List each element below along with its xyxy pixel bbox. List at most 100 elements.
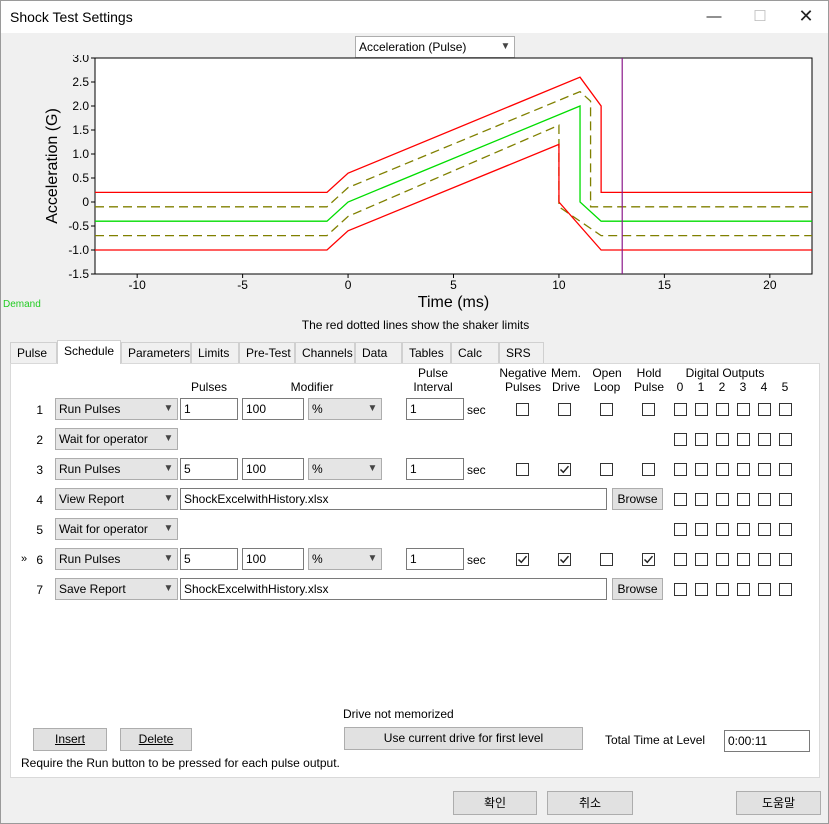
tab-srs[interactable]: SRS [499,342,544,363]
mem-drive-checkbox[interactable] [558,553,571,566]
hold-pulse-checkbox[interactable] [642,463,655,476]
digital-output-checkbox-2[interactable] [716,583,729,596]
pulses-input[interactable]: 5 [180,548,238,570]
interval-input[interactable]: 1 [406,458,464,480]
digital-output-checkbox-5[interactable] [779,403,792,416]
interval-input[interactable]: 1 [406,548,464,570]
digital-output-checkbox-0[interactable] [674,493,687,506]
digital-output-checkbox-3[interactable] [737,433,750,446]
digital-output-checkbox-4[interactable] [758,493,771,506]
mem-drive-checkbox[interactable] [558,403,571,416]
open-loop-checkbox[interactable] [600,403,613,416]
browse-button[interactable]: Browse [612,488,663,510]
browse-button[interactable]: Browse [612,578,663,600]
close-button[interactable]: ✕ [783,1,829,33]
hold-pulse-checkbox[interactable] [642,553,655,566]
digital-output-checkbox-4[interactable] [758,583,771,596]
open-loop-checkbox[interactable] [600,463,613,476]
use-current-drive-button[interactable]: Use current drive for first level [344,727,583,750]
row-number: 7 [36,583,43,597]
digital-output-checkbox-2[interactable] [716,553,729,566]
row-action-select[interactable]: Run Pulses ▼ [55,458,178,480]
digital-output-checkbox-1[interactable] [695,523,708,536]
digital-output-checkbox-3[interactable] [737,553,750,566]
row-action-select[interactable]: Wait for operator ▼ [55,518,178,540]
chevron-down-icon: ▼ [163,553,174,564]
maximize-button[interactable]: ☐ [737,1,783,33]
row-action-select[interactable]: Save Report ▼ [55,578,178,600]
digital-output-checkbox-0[interactable] [674,583,687,596]
digital-output-checkbox-1[interactable] [695,553,708,566]
digital-output-checkbox-0[interactable] [674,523,687,536]
digital-output-checkbox-2[interactable] [716,403,729,416]
digital-output-checkbox-4[interactable] [758,523,771,536]
modifier-unit-select[interactable]: % ▼ [308,398,382,420]
digital-output-checkbox-1[interactable] [695,403,708,416]
negative-pulses-checkbox[interactable] [516,463,529,476]
tab-calc[interactable]: Calc [451,342,499,363]
tab-pulse[interactable]: Pulse [10,342,57,363]
report-file-input[interactable]: ShockExcelwithHistory.xlsx [180,488,607,510]
row-action-select[interactable]: Wait for operator ▼ [55,428,178,450]
tab-channels[interactable]: Channels [295,342,355,363]
modifier-input[interactable]: 100 [242,398,304,420]
open-loop-checkbox[interactable] [600,553,613,566]
digital-output-checkbox-5[interactable] [779,433,792,446]
digital-output-checkbox-4[interactable] [758,463,771,476]
negative-pulses-checkbox[interactable] [516,553,529,566]
digital-output-checkbox-0[interactable] [674,463,687,476]
tab-limits[interactable]: Limits [191,342,239,363]
modifier-unit-select[interactable]: % ▼ [308,548,382,570]
tab-schedule[interactable]: Schedule [57,340,121,364]
digital-output-checkbox-3[interactable] [737,463,750,476]
hold-pulse-checkbox[interactable] [642,403,655,416]
digital-output-checkbox-1[interactable] [695,463,708,476]
digital-output-checkbox-3[interactable] [737,583,750,596]
report-file-input[interactable]: ShockExcelwithHistory.xlsx [180,578,607,600]
digital-output-checkbox-4[interactable] [758,403,771,416]
digital-output-checkbox-2[interactable] [716,523,729,536]
tab-parameters[interactable]: Parameters [121,342,191,363]
tab-tables[interactable]: Tables [402,342,451,363]
digital-output-checkbox-5[interactable] [779,583,792,596]
digital-output-checkbox-5[interactable] [779,553,792,566]
interval-input[interactable]: 1 [406,398,464,420]
digital-output-checkbox-1[interactable] [695,583,708,596]
digital-output-checkbox-3[interactable] [737,403,750,416]
negative-pulses-checkbox[interactable] [516,403,529,416]
modifier-input[interactable]: 100 [242,458,304,480]
digital-output-checkbox-0[interactable] [674,433,687,446]
row-action-select[interactable]: View Report ▼ [55,488,178,510]
minimize-button[interactable]: — [691,1,737,33]
mem-drive-checkbox[interactable] [558,463,571,476]
total-time-field[interactable]: 0:00:11 [724,730,810,752]
digital-output-checkbox-2[interactable] [716,463,729,476]
pulses-input[interactable]: 1 [180,398,238,420]
digital-output-checkbox-3[interactable] [737,493,750,506]
row-action-select[interactable]: Run Pulses ▼ [55,548,178,570]
digital-output-checkbox-5[interactable] [779,493,792,506]
ok-button[interactable]: 확인 [453,791,537,815]
digital-output-checkbox-1[interactable] [695,493,708,506]
digital-output-checkbox-5[interactable] [779,463,792,476]
digital-output-checkbox-2[interactable] [716,493,729,506]
digital-output-checkbox-1[interactable] [695,433,708,446]
tab-data[interactable]: Data [355,342,402,363]
digital-output-checkbox-2[interactable] [716,433,729,446]
digital-output-checkbox-4[interactable] [758,433,771,446]
insert-button[interactable]: Insert [33,728,107,751]
row-action-select[interactable]: Run Pulses ▼ [55,398,178,420]
delete-button[interactable]: Delete [120,728,192,751]
digital-output-checkbox-3[interactable] [737,523,750,536]
pulses-input[interactable]: 5 [180,458,238,480]
modifier-unit-select[interactable]: % ▼ [308,458,382,480]
cancel-button[interactable]: 취소 [547,791,633,815]
tab-pre-test[interactable]: Pre-Test [239,342,295,363]
modifier-input[interactable]: 100 [242,548,304,570]
digital-output-checkbox-4[interactable] [758,553,771,566]
digital-output-checkbox-0[interactable] [674,553,687,566]
help-button[interactable]: 도움말 [736,791,821,815]
digital-output-checkbox-0[interactable] [674,403,687,416]
digital-output-checkbox-5[interactable] [779,523,792,536]
y-tick-label: -0.5 [68,219,89,233]
